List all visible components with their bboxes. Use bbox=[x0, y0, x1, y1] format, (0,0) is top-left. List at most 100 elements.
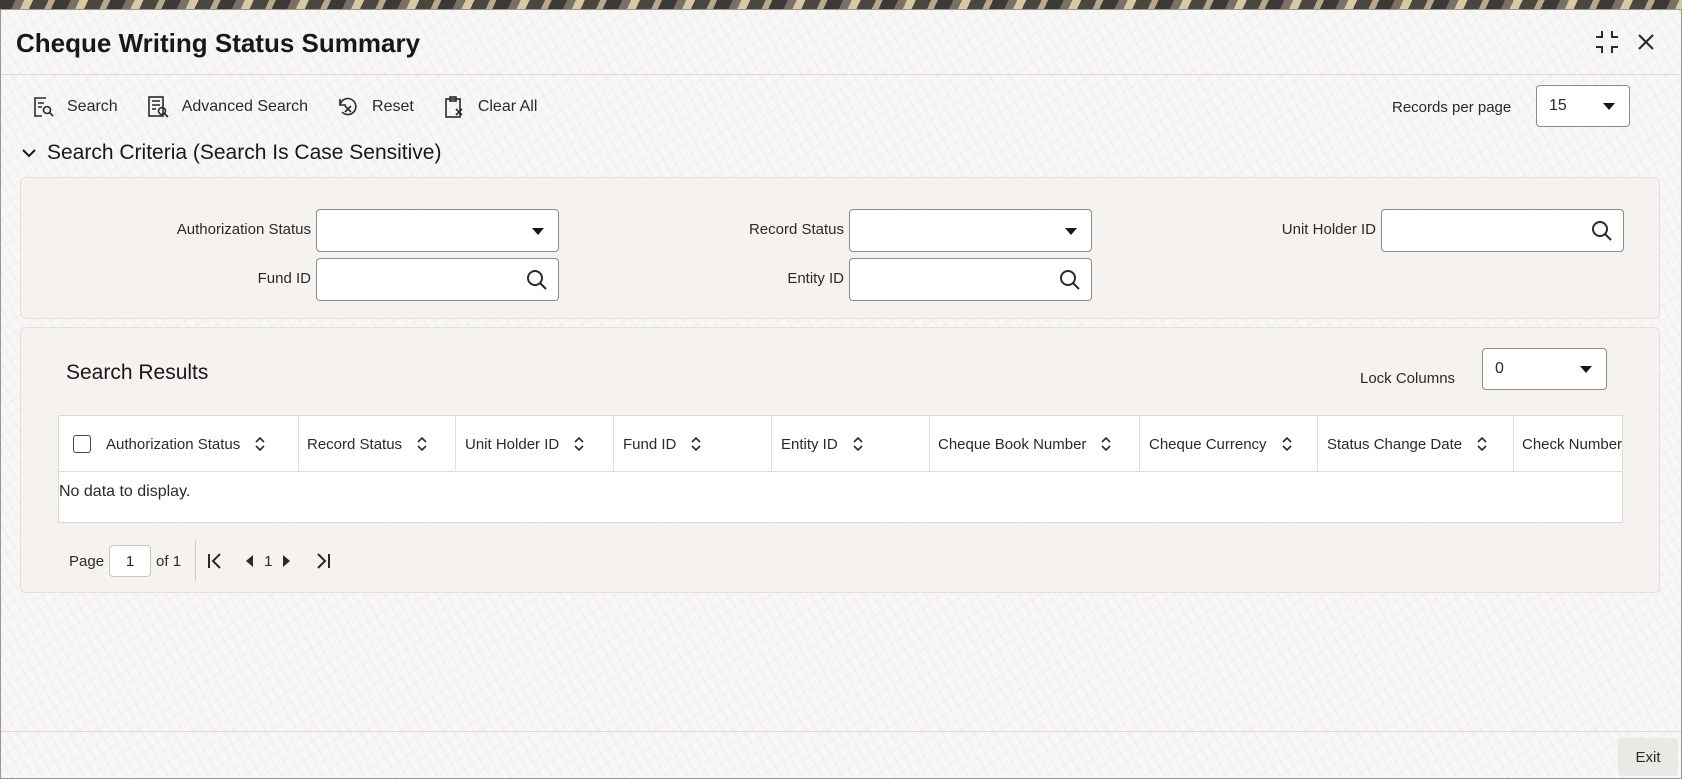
empty-message: No data to display. bbox=[59, 483, 191, 500]
sort-icon bbox=[255, 436, 265, 452]
close-button[interactable] bbox=[1632, 28, 1660, 56]
column-divider bbox=[929, 416, 930, 472]
fund-id-label: Fund ID bbox=[257, 270, 311, 287]
column-divider bbox=[1317, 416, 1318, 472]
search-label: Search bbox=[67, 98, 118, 115]
entity-id-label: Entity ID bbox=[787, 270, 844, 287]
column-header-entity-id[interactable]: Entity ID bbox=[781, 416, 864, 472]
chevron-down-icon bbox=[532, 227, 544, 235]
column-header-cheque-book-number[interactable]: Cheque Book Number bbox=[938, 416, 1112, 472]
results-table: Authorization Status Record Status Unit … bbox=[58, 415, 1623, 523]
record-status-select[interactable] bbox=[849, 209, 1092, 252]
sort-icon bbox=[853, 436, 863, 452]
search-criteria-panel: Authorization Status Record Status Unit … bbox=[20, 177, 1660, 319]
unit-holder-id-label: Unit Holder ID bbox=[1281, 221, 1376, 238]
chevron-down-icon bbox=[1580, 366, 1592, 373]
previous-page-icon bbox=[246, 555, 254, 567]
summary-window: Cheque Writing Status Summary Search Adv… bbox=[0, 9, 1682, 779]
lock-columns-value: 0 bbox=[1495, 360, 1504, 377]
column-label: Fund ID bbox=[623, 435, 677, 453]
search-criteria-heading: Search Criteria (Search Is Case Sensitiv… bbox=[47, 141, 442, 164]
column-header-record-status[interactable]: Record Status bbox=[307, 416, 428, 472]
column-label: Authorization Status bbox=[106, 435, 241, 453]
records-per-page-value: 15 bbox=[1549, 97, 1567, 114]
search-icon[interactable] bbox=[526, 269, 548, 291]
fund-id-field[interactable] bbox=[316, 258, 559, 301]
column-header-unit-holder-id[interactable]: Unit Holder ID bbox=[465, 416, 585, 472]
close-icon bbox=[1638, 34, 1654, 50]
first-page-button[interactable] bbox=[206, 552, 224, 570]
reset-icon bbox=[339, 97, 357, 116]
search-button[interactable]: Search bbox=[31, 95, 118, 119]
column-header-check-number[interactable]: Check Number bbox=[1522, 416, 1622, 472]
last-page-icon bbox=[317, 553, 331, 569]
record-status-label: Record Status bbox=[748, 221, 844, 238]
toolbar: Search Advanced Search Reset Clear All bbox=[31, 89, 565, 125]
lock-columns-select[interactable]: 0 bbox=[1482, 348, 1607, 390]
search-icon[interactable] bbox=[1059, 269, 1081, 291]
maximize-icon bbox=[1596, 31, 1618, 53]
exit-button[interactable]: Exit bbox=[1618, 738, 1678, 776]
sort-icon bbox=[1281, 436, 1292, 452]
pagination: Page 1 of 1 1 bbox=[69, 541, 332, 581]
sort-icon bbox=[417, 436, 427, 452]
reset-button[interactable]: Reset bbox=[336, 95, 414, 119]
sort-icon bbox=[1101, 436, 1111, 452]
column-label: Entity ID bbox=[781, 435, 838, 453]
advanced-search-button[interactable]: Advanced Search bbox=[146, 95, 308, 119]
column-header-cheque-currency[interactable]: Cheque Currency bbox=[1149, 416, 1293, 472]
authorization-status-label: Authorization Status bbox=[176, 221, 311, 238]
column-divider bbox=[613, 416, 614, 472]
pager-divider bbox=[195, 541, 197, 581]
clipboard-icon bbox=[445, 96, 463, 118]
column-label: Status Change Date bbox=[1327, 435, 1463, 453]
column-label: Record Status bbox=[307, 435, 403, 453]
unit-holder-id-field[interactable] bbox=[1381, 209, 1624, 252]
top-decorative-band bbox=[0, 0, 1682, 9]
entity-id-field[interactable] bbox=[849, 258, 1092, 301]
records-per-page-select[interactable]: 15 bbox=[1536, 85, 1630, 127]
previous-page-button[interactable] bbox=[244, 554, 256, 568]
last-page-button[interactable] bbox=[314, 552, 332, 570]
sort-icon bbox=[691, 436, 701, 452]
page-number-value: 1 bbox=[125, 552, 135, 570]
advanced-search-icon bbox=[147, 96, 169, 118]
column-label: Cheque Book Number bbox=[938, 435, 1087, 453]
clear-all-label: Clear All bbox=[477, 98, 538, 115]
chevron-down-icon bbox=[1065, 227, 1077, 235]
column-divider bbox=[1139, 416, 1140, 472]
table-header: Authorization Status Record Status Unit … bbox=[59, 416, 1622, 472]
footer-divider bbox=[1, 731, 1681, 732]
next-page-button[interactable] bbox=[280, 554, 292, 568]
title-divider bbox=[1, 74, 1681, 75]
records-per-page-label: Records per page bbox=[1392, 99, 1512, 116]
page-number-input[interactable]: 1 bbox=[109, 545, 152, 577]
clear-all-button[interactable]: Clear All bbox=[442, 95, 538, 119]
column-label: Check Number bbox=[1522, 435, 1623, 453]
column-divider bbox=[298, 416, 299, 472]
next-page-icon bbox=[283, 555, 291, 567]
column-label: Unit Holder ID bbox=[465, 435, 560, 453]
first-page-icon bbox=[208, 553, 221, 569]
page-total-label: of 1 bbox=[156, 552, 182, 570]
select-all-checkbox[interactable] bbox=[73, 435, 91, 453]
maximize-button[interactable] bbox=[1593, 28, 1621, 56]
column-header-authorization-status[interactable]: Authorization Status bbox=[106, 416, 266, 472]
current-page-number: 1 bbox=[264, 552, 273, 570]
column-divider bbox=[771, 416, 772, 472]
authorization-status-select[interactable] bbox=[316, 209, 559, 252]
column-header-fund-id[interactable]: Fund ID bbox=[623, 416, 702, 472]
column-divider bbox=[455, 416, 456, 472]
search-results-heading: Search Results bbox=[66, 361, 209, 384]
reset-label: Reset bbox=[372, 98, 414, 115]
column-header-status-change-date[interactable]: Status Change Date bbox=[1327, 416, 1488, 472]
search-doc-icon bbox=[34, 97, 54, 117]
search-criteria-toggle[interactable]: Search Criteria (Search Is Case Sensitiv… bbox=[21, 141, 441, 165]
page-label: Page bbox=[69, 552, 105, 570]
chevron-down-icon bbox=[1603, 103, 1615, 110]
sort-icon bbox=[574, 436, 584, 452]
column-label: Cheque Currency bbox=[1149, 435, 1267, 453]
sort-icon bbox=[1477, 436, 1487, 452]
chevron-down-icon bbox=[22, 149, 36, 158]
search-icon[interactable] bbox=[1591, 220, 1613, 242]
